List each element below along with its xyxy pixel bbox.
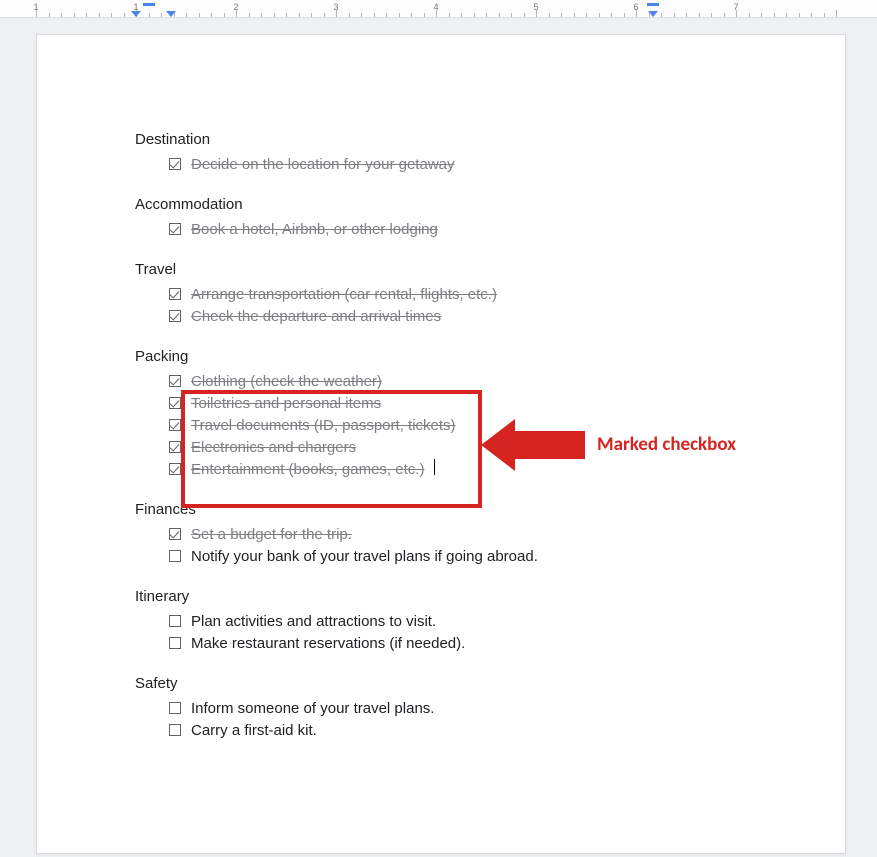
checkbox-checked-icon[interactable] <box>169 397 181 409</box>
checklist-item-text[interactable]: Inform someone of your travel plans. <box>191 698 434 720</box>
ruler-number: 5 <box>533 2 538 12</box>
checklist-item-text[interactable]: Book a hotel, Airbnb, or other lodging <box>191 219 438 241</box>
checklist-item-text[interactable]: Toiletries and personal items <box>191 393 381 415</box>
section: Travel Arrange transportation (car rental… <box>135 261 747 328</box>
checklist-item-text[interactable]: Check the departure and arrival times <box>191 306 441 328</box>
checklist: Set a budget for the trip.Notify your ba… <box>169 524 747 568</box>
section-heading[interactable]: Packing <box>135 348 747 365</box>
page-content[interactable]: Destination Decide on the location for yo… <box>37 35 845 802</box>
checklist-item-text[interactable]: Entertainment (books, games, etc.) <box>191 459 424 481</box>
list-item[interactable]: Toiletries and personal items <box>169 393 747 415</box>
list-item[interactable]: Decide on the location for your getaway <box>169 154 747 176</box>
checklist-item-text[interactable]: Travel documents (ID, passport, tickets) <box>191 415 456 437</box>
checklist-item-text[interactable]: Clothing (check the weather) <box>191 371 382 393</box>
checklist-item-text[interactable]: Arrange transportation (car rental, flig… <box>191 284 497 306</box>
checklist: Plan activities and attractions to visit… <box>169 611 747 655</box>
checkbox-unchecked-icon[interactable] <box>169 637 181 649</box>
indent-marker-icon[interactable] <box>648 11 658 17</box>
section: Safety Inform someone of your travel plan… <box>135 675 747 742</box>
ruler-number: 1 <box>33 2 38 12</box>
checklist: Clothing (check the weather)Toiletries a… <box>169 371 747 481</box>
checklist: Inform someone of your travel plans.Carr… <box>169 698 747 742</box>
section-heading[interactable]: Travel <box>135 261 747 278</box>
checkbox-checked-icon[interactable] <box>169 310 181 322</box>
indent-marker-icon[interactable] <box>166 11 176 17</box>
checklist: Decide on the location for your getaway <box>169 154 747 176</box>
list-item[interactable]: Notify your bank of your travel plans if… <box>169 546 747 568</box>
list-item[interactable]: Check the departure and arrival times <box>169 306 747 328</box>
list-item[interactable]: Entertainment (books, games, etc.) <box>169 459 747 481</box>
list-item[interactable]: Make restaurant reservations (if needed)… <box>169 633 747 655</box>
checklist-item-text[interactable]: Plan activities and attractions to visit… <box>191 611 436 633</box>
checklist: Book a hotel, Airbnb, or other lodging <box>169 219 747 241</box>
annotation-label: Marked checkbox <box>597 433 736 456</box>
section-heading[interactable]: Finances <box>135 501 747 518</box>
list-item[interactable]: Book a hotel, Airbnb, or other lodging <box>169 219 747 241</box>
section: Accommodation Book a hotel, Airbnb, or ot… <box>135 196 747 241</box>
document-page[interactable]: Destination Decide on the location for yo… <box>36 34 846 854</box>
checkbox-checked-icon[interactable] <box>169 288 181 300</box>
list-item[interactable]: Clothing (check the weather) <box>169 371 747 393</box>
checklist-item-text[interactable]: Decide on the location for your getaway <box>191 154 455 176</box>
ruler-number: 3 <box>333 2 338 12</box>
ruler-number: 2 <box>233 2 238 12</box>
list-item[interactable]: Carry a first-aid kit. <box>169 720 747 742</box>
section: Itinerary Plan activities and attractions… <box>135 588 747 655</box>
indent-marker-icon[interactable] <box>647 3 659 6</box>
checklist-item-text[interactable]: Electronics and chargers <box>191 437 356 459</box>
checkbox-checked-icon[interactable] <box>169 375 181 387</box>
checklist-item-text[interactable]: Set a budget for the trip. <box>191 524 352 546</box>
checklist-item-text[interactable]: Notify your bank of your travel plans if… <box>191 546 538 568</box>
indent-marker-icon[interactable] <box>131 11 141 17</box>
viewport: 11234567 DestinationDecide on the locati… <box>0 0 877 857</box>
checkbox-checked-icon[interactable] <box>169 463 181 475</box>
checklist-item-text[interactable]: Make restaurant reservations (if needed)… <box>191 633 465 655</box>
checkbox-checked-icon[interactable] <box>169 441 181 453</box>
ruler-number: 4 <box>433 2 438 12</box>
checklist: Arrange transportation (car rental, flig… <box>169 284 747 328</box>
list-item[interactable]: Set a budget for the trip. <box>169 524 747 546</box>
section-heading[interactable]: Destination <box>135 131 747 148</box>
section-heading[interactable]: Accommodation <box>135 196 747 213</box>
checkbox-checked-icon[interactable] <box>169 528 181 540</box>
checkbox-unchecked-icon[interactable] <box>169 615 181 627</box>
section-heading[interactable]: Safety <box>135 675 747 692</box>
horizontal-ruler: 11234567 <box>0 0 877 18</box>
checklist-item-text[interactable]: Carry a first-aid kit. <box>191 720 317 742</box>
section-heading[interactable]: Itinerary <box>135 588 747 605</box>
ruler-number: 7 <box>733 2 738 12</box>
list-item[interactable]: Inform someone of your travel plans. <box>169 698 747 720</box>
list-item[interactable]: Plan activities and attractions to visit… <box>169 611 747 633</box>
indent-marker-icon[interactable] <box>143 3 155 6</box>
section: Finances Set a budget for the trip.Notify… <box>135 501 747 568</box>
checkbox-checked-icon[interactable] <box>169 419 181 431</box>
ruler-number: 6 <box>633 2 638 12</box>
list-item[interactable]: Arrange transportation (car rental, flig… <box>169 284 747 306</box>
section: Destination Decide on the location for yo… <box>135 131 747 176</box>
section: Packing Clothing (check the weather)Toile… <box>135 348 747 481</box>
checkbox-checked-icon[interactable] <box>169 158 181 170</box>
checkbox-unchecked-icon[interactable] <box>169 724 181 736</box>
text-caret <box>434 459 435 475</box>
checkbox-unchecked-icon[interactable] <box>169 702 181 714</box>
checkbox-checked-icon[interactable] <box>169 223 181 235</box>
checkbox-unchecked-icon[interactable] <box>169 550 181 562</box>
